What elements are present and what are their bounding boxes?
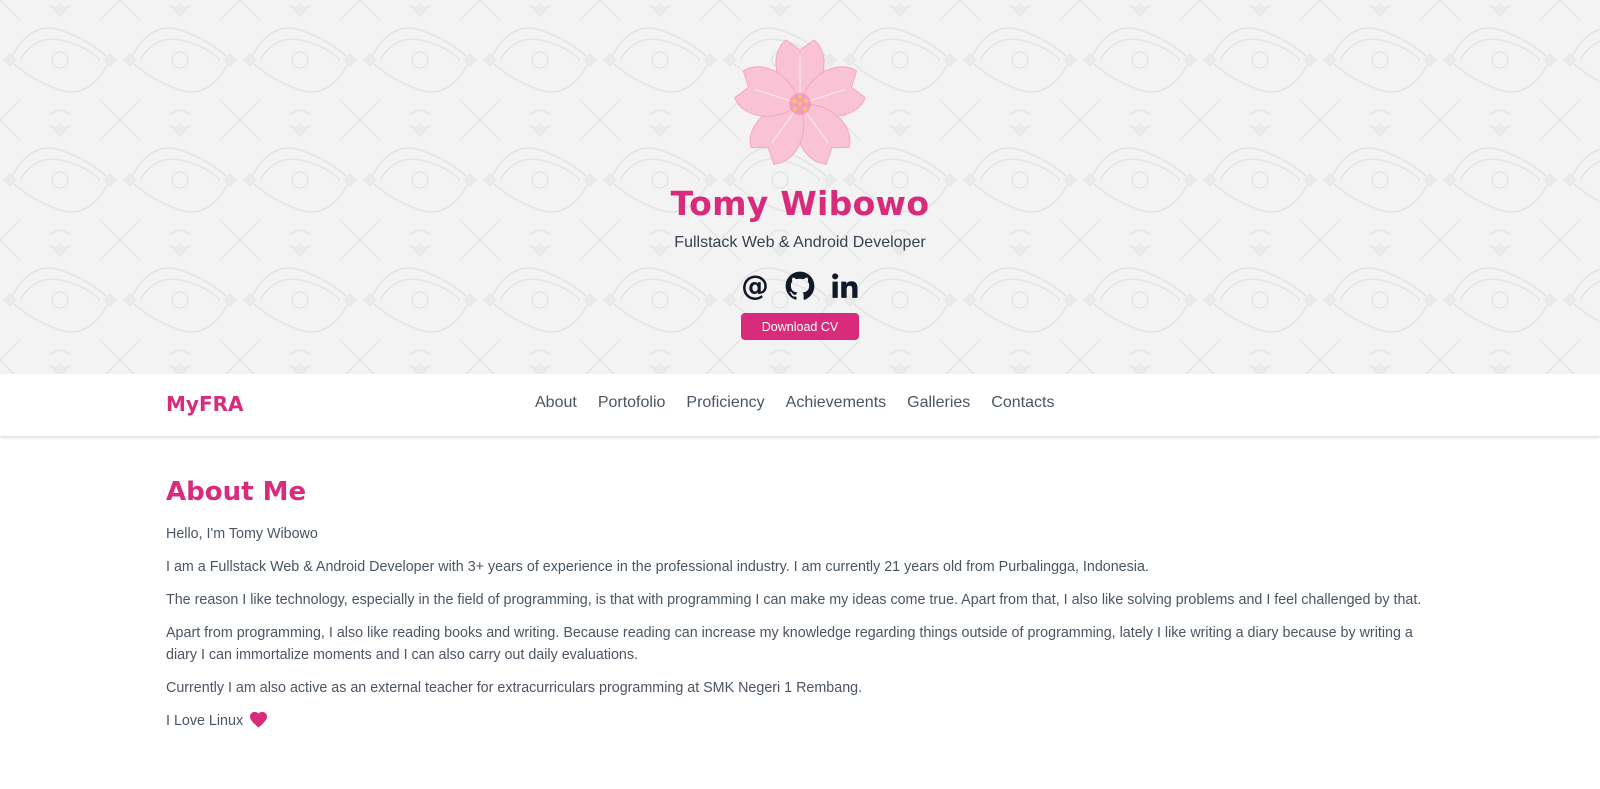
- email-icon: @: [741, 271, 769, 301]
- linkedin-link[interactable]: [830, 270, 861, 301]
- nav-links: About Portofolio Proficiency Achievement…: [535, 394, 1054, 412]
- sakura-flower-logo: [731, 39, 869, 171]
- main-navbar: MyFRA About Portofolio Proficiency Achie…: [0, 374, 1600, 436]
- linkedin-icon: [832, 272, 858, 298]
- profile-role: Fullstack Web & Android Developer: [674, 234, 926, 251]
- about-section: About Me Hello, I'm Tomy Wibowo I am a F…: [166, 474, 1441, 732]
- closing-text: I Love Linux: [166, 713, 244, 729]
- about-paragraph: The reason I like technology, especially…: [166, 592, 1422, 608]
- svg-text:@: @: [741, 271, 769, 301]
- download-cv-button[interactable]: Download CV: [741, 313, 859, 340]
- heart-icon: [250, 711, 268, 728]
- hero-content: Tomy Wibowo Fullstack Web & Android Deve…: [0, 0, 1600, 340]
- nav-link-about[interactable]: About: [535, 394, 577, 412]
- social-links: @: [740, 270, 861, 301]
- brand-logo[interactable]: MyFRA: [166, 392, 243, 416]
- about-paragraph: Hello, I'm Tomy Wibowo: [166, 526, 318, 542]
- email-link[interactable]: @: [740, 270, 771, 301]
- about-paragraph: Currently I am also active as an externa…: [166, 680, 863, 696]
- about-title: About Me: [166, 477, 307, 507]
- nav-link-proficiency[interactable]: Proficiency: [686, 394, 764, 412]
- nav-link-achievements[interactable]: Achievements: [786, 394, 887, 412]
- about-paragraph: Apart from programming, I also like read…: [166, 625, 1413, 663]
- github-link[interactable]: [785, 270, 816, 301]
- about-paragraph: I am a Fullstack Web & Android Developer…: [166, 559, 1149, 575]
- github-icon: [785, 271, 815, 300]
- profile-name: Tomy Wibowo: [670, 184, 930, 223]
- nav-link-contacts[interactable]: Contacts: [991, 394, 1054, 412]
- nav-link-portofolio[interactable]: Portofolio: [598, 394, 666, 412]
- about-closing: I Love Linux: [166, 710, 1441, 732]
- hero-section: Tomy Wibowo Fullstack Web & Android Deve…: [0, 0, 1600, 374]
- nav-link-galleries[interactable]: Galleries: [907, 394, 970, 412]
